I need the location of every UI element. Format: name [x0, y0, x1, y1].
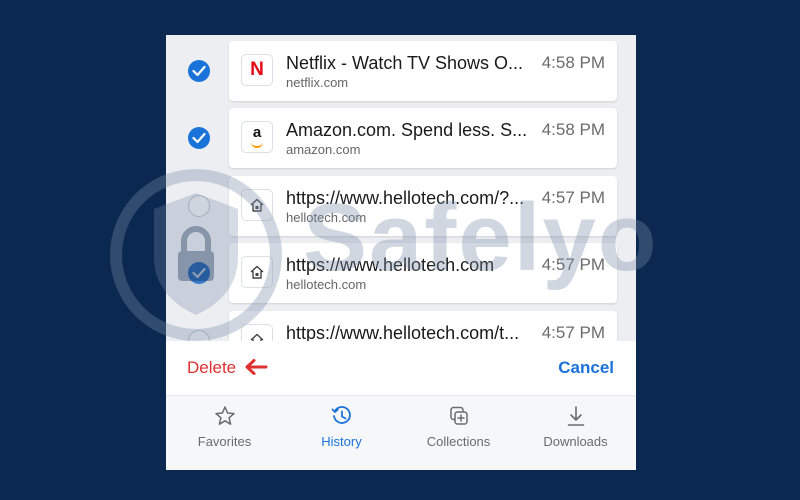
tab-favorites[interactable]: Favorites — [166, 396, 283, 470]
delete-button[interactable]: Delete — [187, 358, 236, 378]
history-card[interactable]: https://www.hellotech.com/?... hellotech… — [229, 176, 617, 236]
collections-icon — [450, 406, 468, 425]
tab-label: Downloads — [543, 434, 608, 449]
history-time: 4:57 PM — [541, 188, 605, 207]
history-card[interactable]: N Netflix - Watch TV Shows O... netflix.… — [229, 41, 617, 101]
tab-label: Favorites — [197, 434, 252, 449]
history-title: Netflix - Watch TV Shows O... — [286, 53, 524, 73]
row-checkbox-checked[interactable] — [188, 127, 210, 149]
history-domain: netflix.com — [286, 75, 349, 90]
history-row-amazon[interactable]: a Amazon.com. Spend less. S... amazon.co… — [166, 108, 636, 168]
house-icon — [241, 324, 273, 341]
history-title: Amazon.com. Spend less. S... — [286, 120, 528, 140]
history-time: 4:58 PM — [541, 120, 605, 139]
history-list: N Netflix - Watch TV Shows O... netflix.… — [166, 35, 636, 341]
history-icon — [331, 406, 351, 424]
star-icon — [215, 406, 235, 425]
history-panel: N Netflix - Watch TV Shows O... netflix.… — [166, 35, 636, 470]
history-domain: hellotech.com — [286, 277, 367, 292]
history-time: 4:57 PM — [541, 255, 605, 274]
netflix-logo-letter: N — [250, 59, 264, 80]
row-checkbox-checked[interactable] — [188, 60, 210, 82]
row-checkbox-unchecked[interactable] — [188, 195, 210, 217]
history-time: 4:58 PM — [541, 53, 605, 72]
history-domain: amazon.com — [286, 142, 361, 157]
tab-label: Collections — [426, 434, 491, 449]
house-icon — [241, 189, 273, 221]
history-time: 4:57 PM — [541, 323, 605, 341]
cancel-button[interactable]: Cancel — [558, 358, 614, 378]
amazon-logo-letter: a — [252, 124, 262, 141]
history-card[interactable]: https://www.hellotech.com/t... 4:57 PM — [229, 311, 617, 341]
download-icon — [567, 406, 585, 426]
history-title: https://www.hellotech.com/?... — [286, 188, 525, 208]
tab-collections[interactable]: Collections — [400, 396, 517, 470]
history-title: https://www.hellotech.com/t... — [286, 323, 520, 341]
amazon-icon: a — [241, 121, 273, 153]
tab-downloads[interactable]: Downloads — [517, 396, 634, 470]
row-checkbox-checked[interactable] — [188, 262, 210, 284]
history-row-netflix[interactable]: N Netflix - Watch TV Shows O... netflix.… — [166, 41, 636, 101]
house-icon — [241, 256, 273, 288]
history-title: https://www.hellotech.com — [286, 255, 495, 275]
history-card[interactable]: https://www.hellotech.com hellotech.com … — [229, 243, 617, 303]
netflix-icon: N — [241, 54, 273, 86]
row-checkbox-unchecked[interactable] — [188, 330, 210, 341]
history-card[interactable]: a Amazon.com. Spend less. S... amazon.co… — [229, 108, 617, 168]
history-row-hellotech-path[interactable]: https://www.hellotech.com/t... 4:57 PM — [166, 311, 636, 341]
bottom-tab-bar: Favorites History Collections Downloads — [166, 396, 636, 470]
history-row-hellotech[interactable]: https://www.hellotech.com hellotech.com … — [166, 243, 636, 303]
history-row-hellotech-query[interactable]: https://www.hellotech.com/?... hellotech… — [166, 176, 636, 236]
history-domain: hellotech.com — [286, 210, 367, 225]
arrow-left-icon — [245, 359, 268, 375]
tab-label: History — [321, 434, 362, 449]
tab-history[interactable]: History — [283, 396, 400, 470]
selection-action-bar: Delete Cancel — [166, 341, 636, 396]
